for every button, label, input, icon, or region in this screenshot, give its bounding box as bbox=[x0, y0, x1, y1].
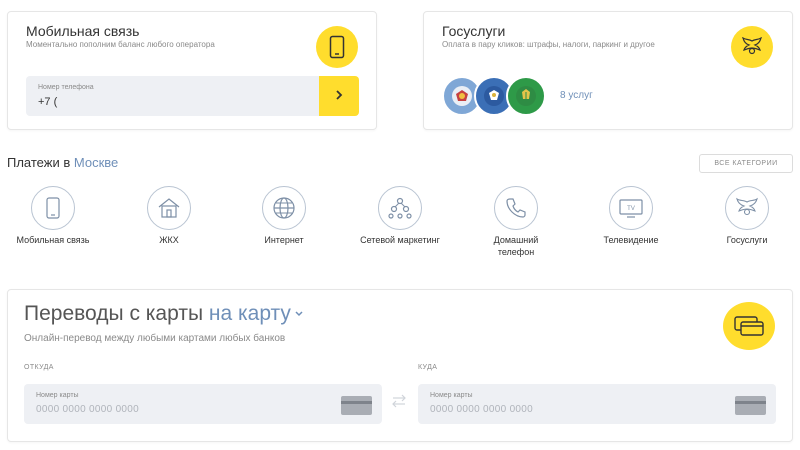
transfers-card: Переводы с карты на карту Онлайн-перевод… bbox=[7, 289, 793, 442]
category-network-marketing[interactable]: Сетевой маркетинг bbox=[345, 186, 455, 246]
category-gosuslugi[interactable]: Госуслуги bbox=[692, 186, 800, 246]
phone-number-input[interactable]: Номер телефона +7 ( bbox=[26, 76, 319, 116]
mobile-card-title: Мобильная связь bbox=[26, 23, 140, 39]
globe-icon bbox=[262, 186, 306, 230]
payments-title: Платежи в Москве bbox=[7, 155, 118, 170]
bank-card-icon bbox=[735, 396, 766, 415]
gosuslugi-card: Госуслуги Оплата в пару кликов: штрафы, … bbox=[423, 11, 793, 130]
phone-number-label: Номер телефона bbox=[38, 84, 94, 91]
gosuslugi-card-title: Госуслуги bbox=[442, 23, 506, 39]
payments-title-prefix: Платежи в bbox=[7, 155, 71, 170]
from-label: ОТКУДА bbox=[24, 364, 54, 371]
from-card-field-label: Номер карты bbox=[36, 392, 79, 399]
phone-handset-icon bbox=[494, 186, 538, 230]
category-mobile[interactable]: Мобильная связь bbox=[0, 186, 108, 246]
smartphone-icon bbox=[316, 26, 358, 68]
category-zhkh[interactable]: ЖКХ bbox=[114, 186, 224, 246]
category-home-phone[interactable]: Домашний телефон bbox=[461, 186, 571, 258]
to-card-placeholder: 0000 0000 0000 0000 bbox=[430, 404, 534, 415]
to-card-input[interactable]: Номер карты 0000 0000 0000 0000 bbox=[418, 384, 776, 424]
category-label: ЖКХ bbox=[159, 235, 179, 245]
phone-submit-button[interactable] bbox=[319, 76, 359, 116]
smartphone-icon bbox=[31, 186, 75, 230]
svg-text:TV: TV bbox=[627, 206, 635, 212]
cards-icon bbox=[723, 302, 775, 350]
mobile-card: Мобильная связь Моментально пополним бал… bbox=[7, 11, 377, 130]
tv-icon: TV bbox=[609, 186, 653, 230]
transfers-title: Переводы с карты на карту bbox=[24, 302, 304, 326]
category-label: Госуслуги bbox=[726, 235, 768, 245]
to-label: КУДА bbox=[418, 364, 438, 371]
from-card-input[interactable]: Номер карты 0000 0000 0000 0000 bbox=[24, 384, 382, 424]
phone-number-value: +7 ( bbox=[38, 96, 58, 108]
category-label: Домашний телефон bbox=[493, 235, 539, 257]
gosuslugi-card-subtitle: Оплата в пару кликов: штрафы, налоги, па… bbox=[442, 40, 655, 49]
transfer-type-dropdown[interactable]: на карту bbox=[209, 302, 304, 325]
eagle-icon bbox=[731, 26, 773, 68]
category-internet[interactable]: Интернет bbox=[229, 186, 339, 246]
services-count-link[interactable]: 8 услуг bbox=[560, 90, 593, 101]
network-icon bbox=[378, 186, 422, 230]
category-tv[interactable]: TV Телевидение bbox=[576, 186, 686, 246]
chevron-down-icon bbox=[291, 302, 304, 325]
mobile-card-subtitle: Моментально пополним баланс любого опера… bbox=[26, 40, 215, 49]
house-icon bbox=[147, 186, 191, 230]
all-categories-button[interactable]: ВСЕ КАТЕГОРИИ bbox=[699, 154, 793, 173]
from-card-placeholder: 0000 0000 0000 0000 bbox=[36, 404, 140, 415]
eagle-icon bbox=[725, 186, 769, 230]
category-label: Телевидение bbox=[603, 235, 659, 245]
transfers-title-text: Переводы с карты bbox=[24, 302, 204, 325]
to-card-field-label: Номер карты bbox=[430, 392, 473, 399]
category-label: Мобильная связь bbox=[16, 235, 90, 245]
swap-icon[interactable] bbox=[391, 394, 407, 411]
bank-card-icon bbox=[341, 396, 372, 415]
city-selector[interactable]: Москве bbox=[74, 155, 118, 170]
category-label: Интернет bbox=[264, 235, 304, 245]
chevron-right-icon bbox=[334, 88, 344, 104]
transfers-subtitle: Онлайн-перевод между любыми картами любы… bbox=[24, 333, 286, 344]
category-label: Сетевой маркетинг bbox=[360, 235, 440, 245]
fssp-emblem-icon[interactable] bbox=[506, 76, 546, 116]
